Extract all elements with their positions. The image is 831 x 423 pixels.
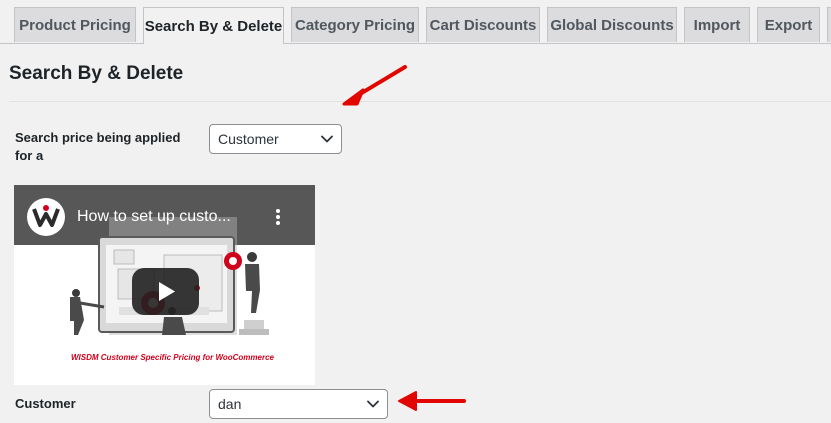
tab-global-discounts[interactable]: Global Discounts	[547, 7, 677, 42]
chevron-down-icon	[321, 135, 333, 143]
wisdm-logo-icon	[27, 198, 65, 236]
customer-label: Customer	[15, 396, 76, 411]
search-price-label: Search price being applied for a	[15, 130, 181, 163]
tab-import[interactable]: Import	[684, 7, 750, 42]
play-icon[interactable]	[132, 268, 199, 315]
tab-cart-discounts[interactable]: Cart Discounts	[426, 7, 540, 42]
annotation-arrow-icon	[342, 65, 407, 106]
tab-overflow[interactable]	[827, 7, 831, 42]
more-vert-icon[interactable]	[276, 209, 280, 225]
customer-select[interactable]: dan	[209, 389, 388, 419]
tab-category-pricing[interactable]: Category Pricing	[291, 7, 419, 42]
title-divider	[9, 101, 831, 102]
tab-export[interactable]: Export	[757, 7, 820, 42]
chevron-down-icon	[367, 400, 379, 408]
search-price-selected-value: Customer	[218, 131, 279, 147]
annotation-arrow-icon	[398, 391, 466, 411]
video-caption: WISDM Customer Specific Pricing for WooC…	[71, 353, 274, 362]
search-price-select[interactable]: Customer	[209, 124, 342, 154]
tab-product-pricing[interactable]: Product Pricing	[14, 7, 136, 42]
page-title: Search By & Delete	[9, 63, 184, 84]
video-title[interactable]: How to set up custo...	[77, 208, 231, 226]
customer-selected-value: dan	[218, 396, 242, 412]
tab-bar: Product Pricing Search By & Delete Categ…	[0, 0, 831, 44]
tab-search-by-delete[interactable]: Search By & Delete	[143, 7, 284, 44]
